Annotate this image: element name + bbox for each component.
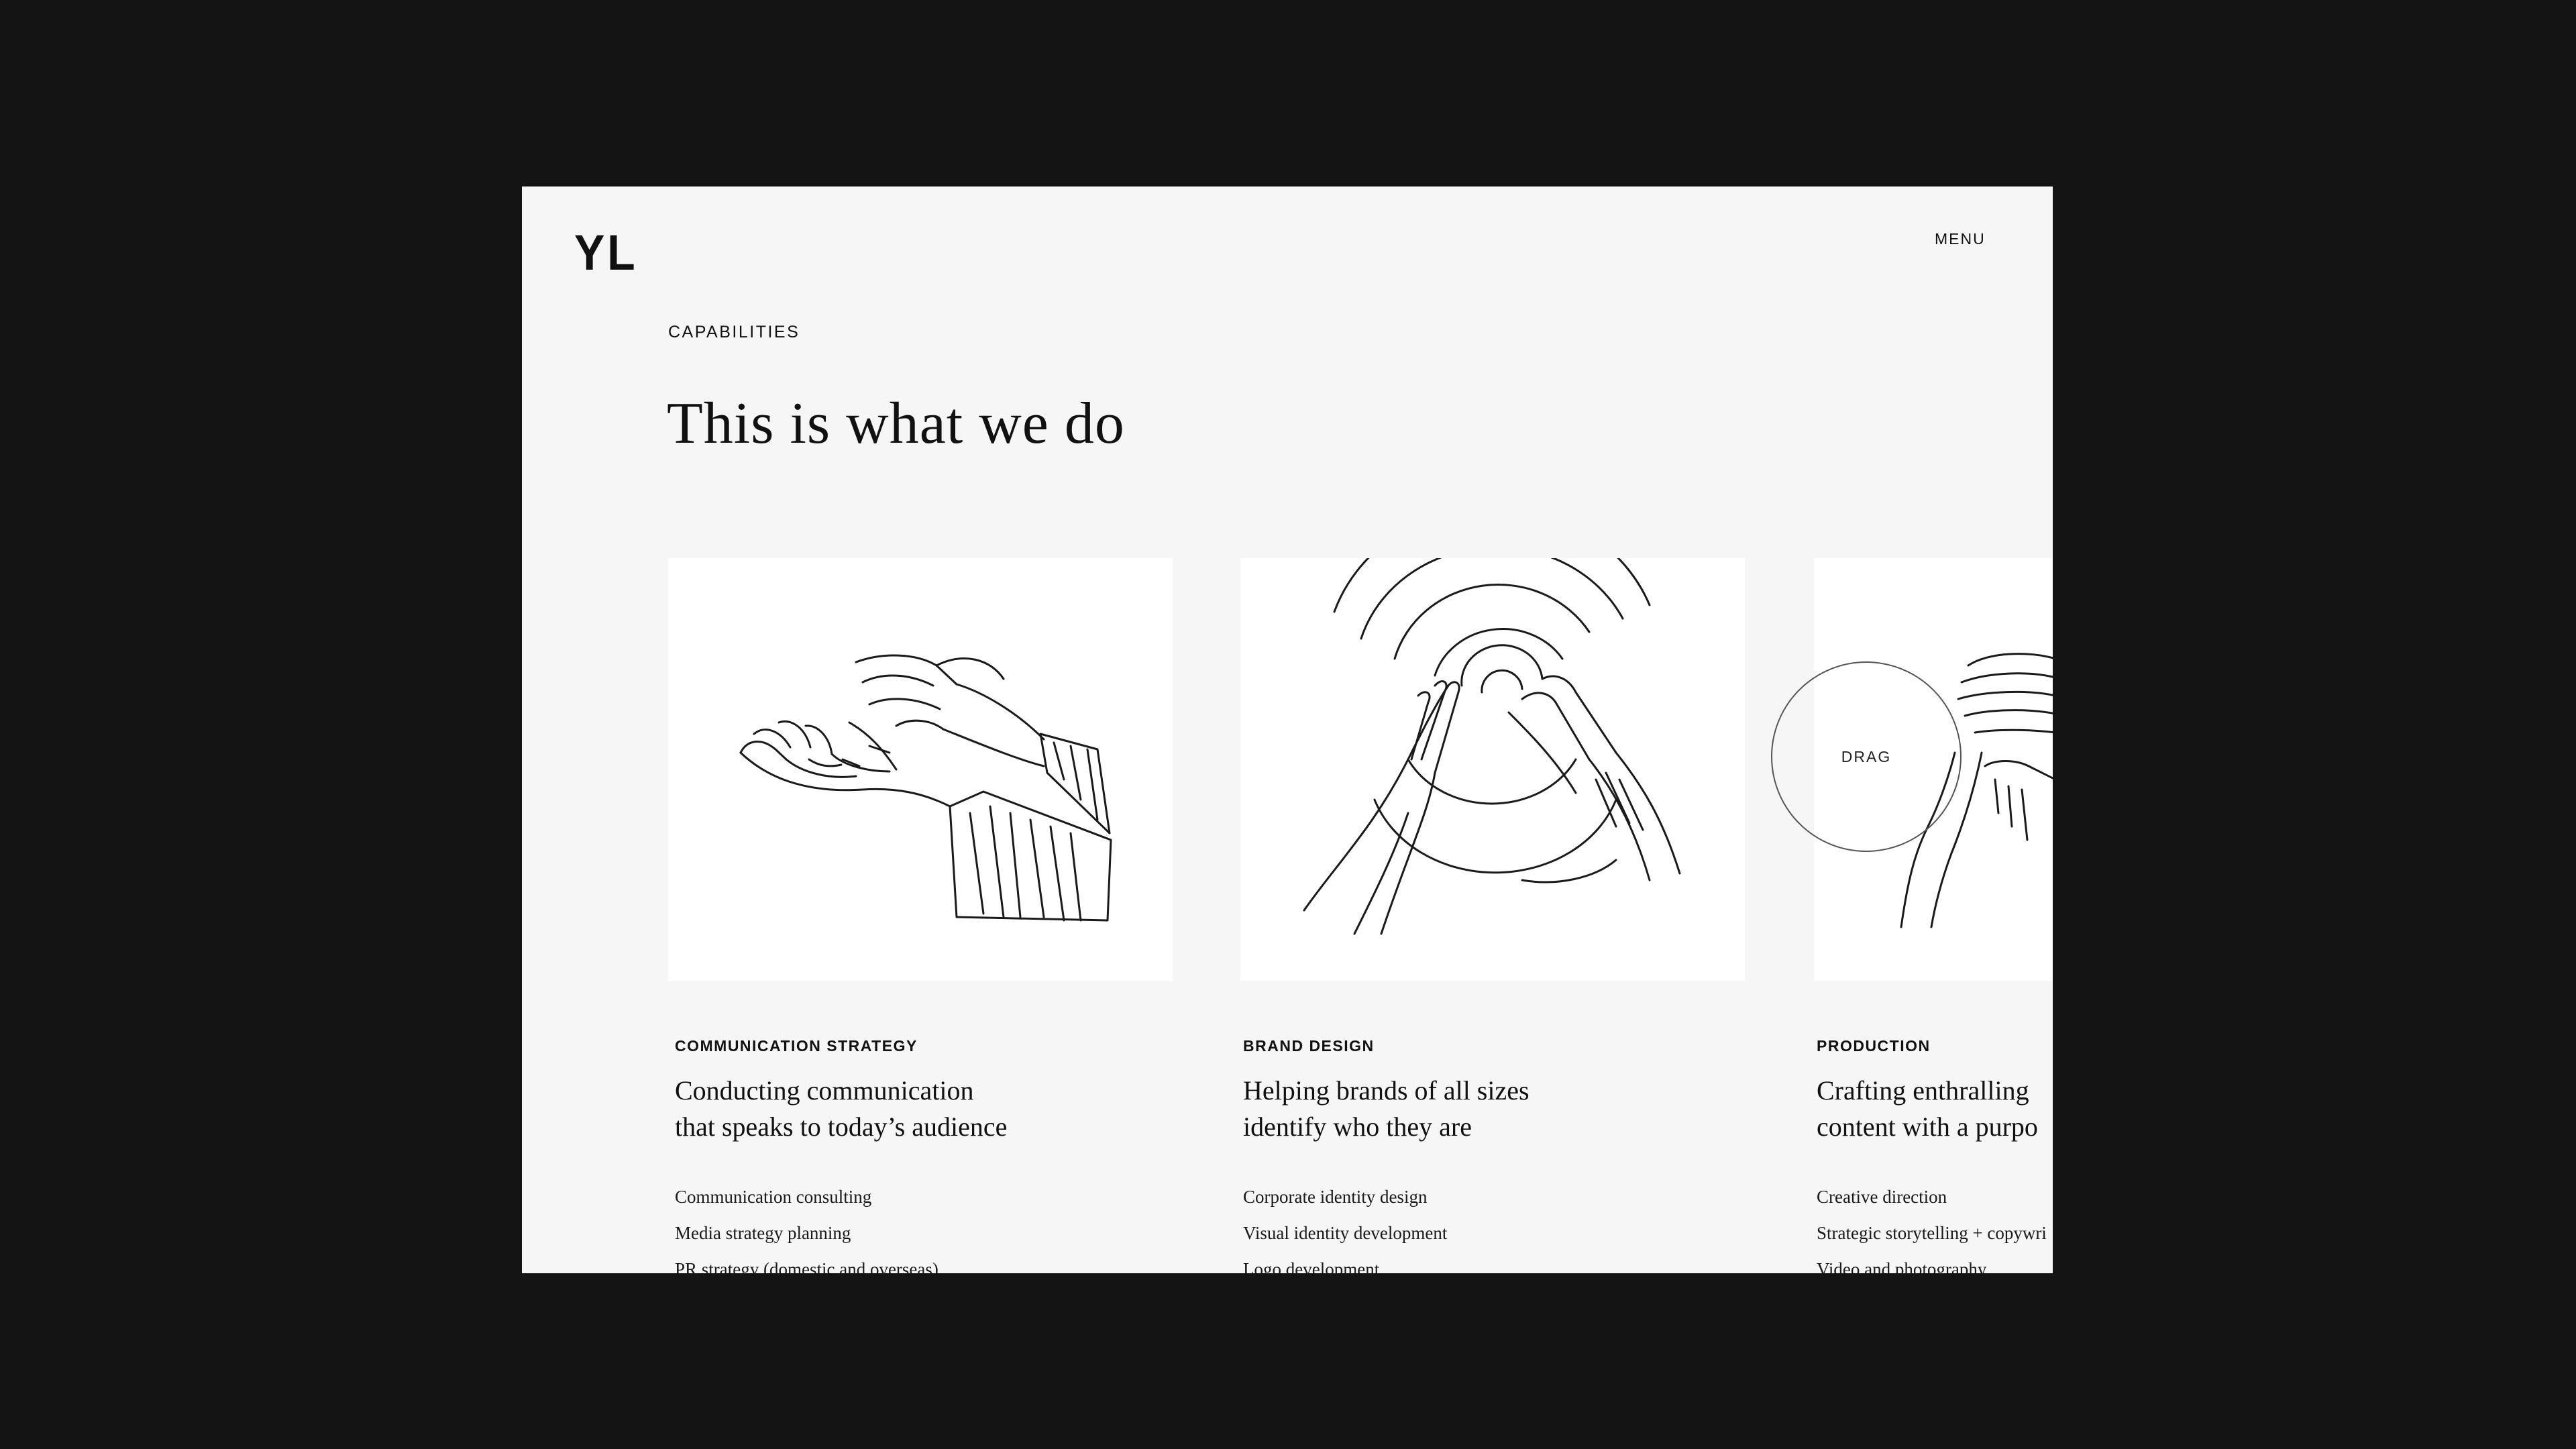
- list-item: Logo development: [1243, 1259, 1380, 1273]
- card-headline-line: Crafting enthralling: [1817, 1075, 2029, 1106]
- card-headline-line: that speaks to today’s audience: [675, 1112, 1008, 1142]
- list-item: Visual identity development: [1243, 1223, 1448, 1243]
- list-item: Video and photography: [1817, 1259, 1987, 1273]
- card-category: PRODUCTION: [1817, 1037, 1931, 1055]
- site-logo[interactable]: YL: [574, 228, 637, 278]
- card-service-list: Creative direction Strategic storytellin…: [1814, 1179, 2053, 1273]
- card-service-list: Communication consulting Media strategy …: [668, 1179, 1173, 1273]
- card-headline-line: identify who they are: [1243, 1112, 1472, 1142]
- list-item: Corporate identity design: [1243, 1187, 1428, 1207]
- list-item: Media strategy planning: [675, 1223, 851, 1243]
- card-category: BRAND DESIGN: [1243, 1037, 1375, 1055]
- card-headline-line: Helping brands of all sizes: [1243, 1075, 1529, 1106]
- card-headline: Crafting enthralling content with a purp…: [1814, 1073, 2053, 1145]
- section-eyebrow: CAPABILITIES: [668, 323, 800, 341]
- menu-button[interactable]: MENU: [1935, 230, 1986, 248]
- hands-ripple-illustration: [1240, 558, 1745, 981]
- page-title: This is what we do: [667, 391, 1125, 456]
- list-item: Communication consulting: [675, 1187, 872, 1207]
- drag-cursor-label: DRAG: [1841, 747, 1892, 765]
- list-item: Creative direction: [1817, 1187, 1947, 1207]
- open-hands-illustration: [668, 558, 1173, 981]
- capability-card-communication-strategy[interactable]: COMMUNICATION STRATEGY Conducting commun…: [668, 558, 1173, 1273]
- capability-card-brand-design[interactable]: BRAND DESIGN Helping brands of all sizes…: [1240, 558, 1745, 1273]
- list-item: Strategic storytelling + copywri: [1817, 1223, 2047, 1243]
- card-headline-line: Conducting communication: [675, 1075, 974, 1106]
- card-service-list: Corporate identity design Visual identit…: [1240, 1179, 1745, 1273]
- card-headline-line: content with a purpo: [1817, 1112, 2038, 1142]
- card-headline: Helping brands of all sizes identify who…: [1240, 1073, 1745, 1145]
- list-item: PR strategy (domestic and overseas): [675, 1259, 938, 1273]
- website-viewport: YL MENU CAPABILITIES This is what we do: [522, 186, 2053, 1273]
- card-headline: Conducting communication that speaks to …: [668, 1073, 1173, 1145]
- card-category: COMMUNICATION STRATEGY: [675, 1037, 918, 1055]
- drag-cursor[interactable]: DRAG: [1771, 661, 1962, 852]
